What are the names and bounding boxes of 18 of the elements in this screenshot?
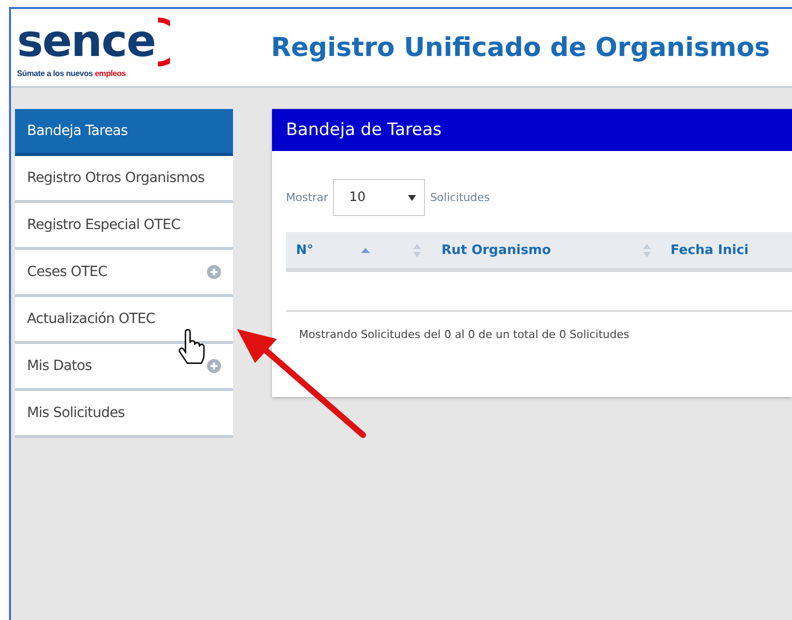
- sidebar-item[interactable]: Mis Datos: [15, 344, 233, 391]
- length-label: Mostrar: [286, 191, 328, 204]
- column-header[interactable]: N°: [286, 232, 432, 268]
- table-info: Mostrando Solicitudes del 0 al 0 de un total de 0 Solicitudes: [298, 327, 630, 341]
- sidebar-item[interactable]: Actualización OTEC: [15, 297, 233, 344]
- sidebar-item[interactable]: Registro Especial OTEC: [15, 203, 233, 250]
- sidebar-item[interactable]: Ceses OTEC: [15, 250, 233, 297]
- column-header[interactable]: Fecha Inici: [660, 232, 792, 268]
- column-header[interactable]: Rut Organismo: [431, 232, 660, 268]
- panel-title: Bandeja de Tareas: [272, 109, 792, 151]
- page-size-select[interactable]: 10: [333, 179, 426, 216]
- logo-tagline: Súmate a los nuevos empleos: [17, 69, 127, 78]
- length-label: Solicitudes: [430, 191, 490, 204]
- logo-wordmark: sence: [17, 20, 156, 64]
- sidebar-item[interactable]: Bandeja Tareas: [15, 109, 233, 156]
- sidebar-item[interactable]: Registro Otros Organismos: [15, 156, 233, 203]
- sidebar-item[interactable]: Mis Solicitudes: [15, 391, 233, 438]
- page-title: Registro Unificado de Organismos: [271, 32, 770, 62]
